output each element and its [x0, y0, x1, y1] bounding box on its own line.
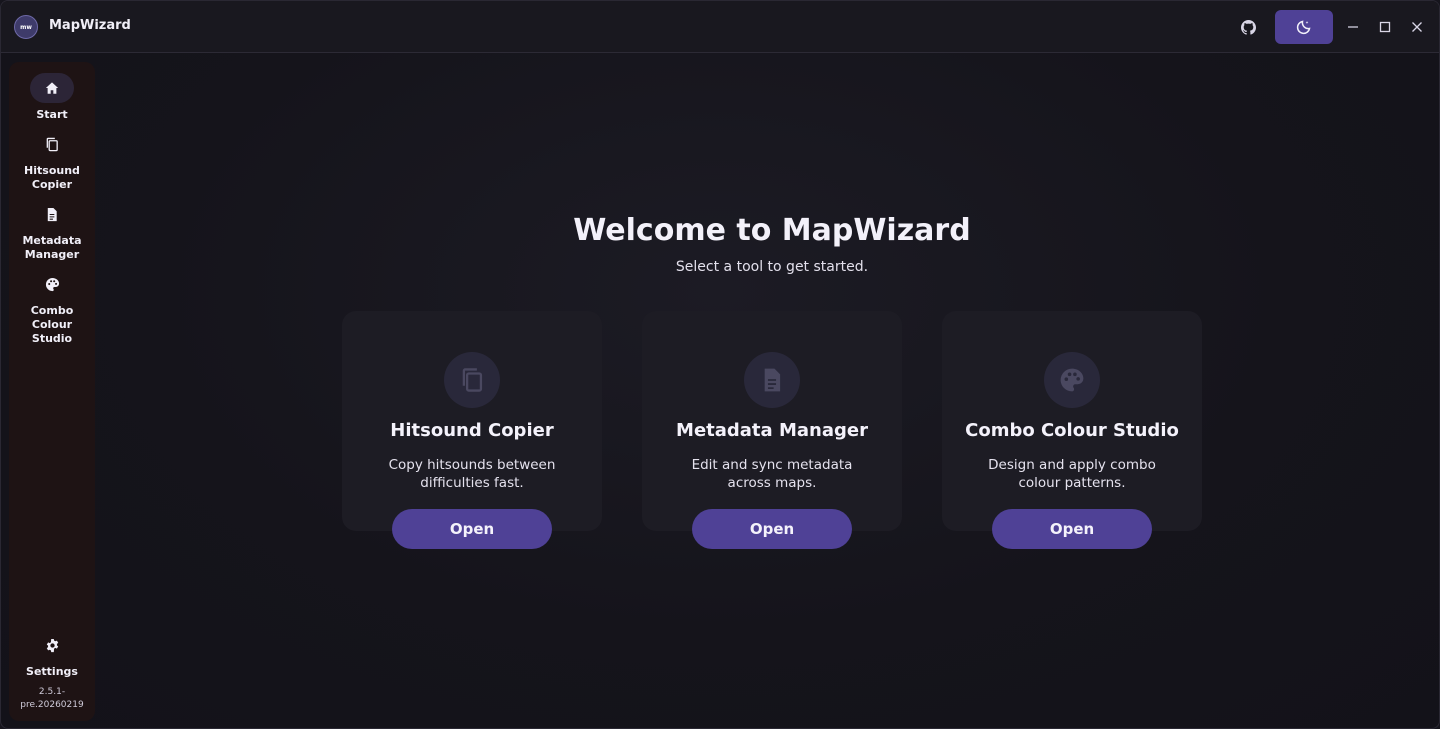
minimize-icon: [1348, 26, 1358, 28]
sidebar-item-label: Hitsound Copier: [24, 164, 80, 191]
card-title: Combo Colour Studio: [965, 420, 1179, 441]
app-logo-text: mw: [20, 23, 32, 31]
copy-icon: [46, 137, 58, 151]
theme-toggle-button[interactable]: [1275, 10, 1333, 44]
sidebar: Start Hitsound Copier Metadata Manager C…: [9, 62, 95, 721]
card-description: Edit and sync metadata across maps.: [691, 457, 853, 491]
palette-icon: [45, 277, 59, 291]
sidebar-item-label: Combo Colour Studio: [30, 304, 74, 345]
sidebar-item-start[interactable]: Start: [9, 73, 95, 122]
home-icon: [45, 82, 59, 94]
close-icon: [1412, 22, 1422, 32]
document-icon: [764, 368, 781, 392]
tool-card-combo-colour-studio: Combo Colour Studio Design and apply com…: [942, 311, 1202, 549]
card-description: Copy hitsounds between difficulties fast…: [388, 457, 556, 491]
github-button[interactable]: [1233, 10, 1263, 44]
close-button[interactable]: [1403, 10, 1431, 44]
github-icon: [1240, 19, 1256, 35]
maximize-icon: [1379, 21, 1391, 33]
copy-icon: [462, 368, 483, 392]
sidebar-item-label: Start: [36, 108, 68, 121]
app-logo: mw: [14, 15, 38, 39]
open-hitsound-copier-button[interactable]: Open: [392, 509, 552, 549]
open-combo-colour-studio-button[interactable]: Open: [992, 509, 1152, 549]
sidebar-item-settings[interactable]: Settings: [9, 630, 95, 679]
tool-card-metadata-manager: Metadata Manager Edit and sync metadata …: [642, 311, 902, 549]
app-window: mw MapWizard Start Hitsound Copier Metad…: [0, 0, 1440, 729]
tool-card-hitsound-copier: Hitsound Copier Copy hitsounds between d…: [342, 311, 602, 549]
palette-icon: [1060, 368, 1084, 392]
maximize-button[interactable]: [1371, 10, 1399, 44]
page-title: Welcome to MapWizard: [573, 213, 971, 248]
page-subtitle: Select a tool to get started.: [675, 259, 869, 275]
minimize-button[interactable]: [1339, 10, 1367, 44]
card-title: Metadata Manager: [676, 420, 868, 441]
moon-icon: [1296, 20, 1311, 35]
card-title: Hitsound Copier: [390, 420, 554, 441]
sidebar-item-hitsound-copier[interactable]: Hitsound Copier: [9, 129, 95, 192]
sidebar-item-label: Settings: [26, 665, 78, 678]
gear-icon: [46, 638, 58, 652]
open-metadata-manager-button[interactable]: Open: [692, 509, 852, 549]
app-title: MapWizard: [49, 18, 131, 33]
sidebar-item-combo-colour-studio[interactable]: Combo Colour Studio: [9, 269, 95, 346]
version-label: 2.5.1- pre.20260219: [20, 687, 84, 710]
card-description: Design and apply combo colour patterns.: [988, 457, 1156, 491]
title-bar: mw MapWizard: [1, 1, 1439, 53]
